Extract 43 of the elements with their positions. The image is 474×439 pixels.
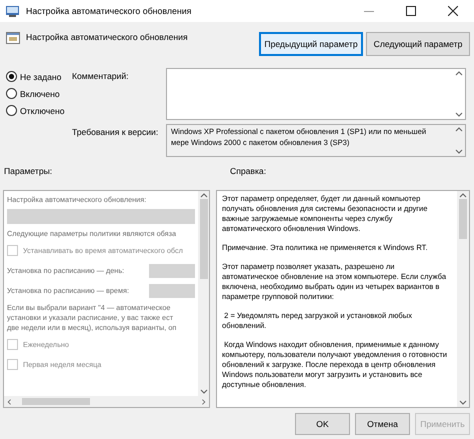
scrollbar[interactable] <box>453 125 465 156</box>
scroll-up-icon[interactable] <box>458 191 468 199</box>
radio-label: Включено <box>20 88 60 98</box>
radio-button[interactable] <box>6 88 17 99</box>
maximize-icon[interactable] <box>406 6 416 16</box>
comment-field[interactable] <box>166 68 466 120</box>
dialog-button[interactable]: Отмена <box>355 413 410 435</box>
scrollbar[interactable] <box>198 191 209 396</box>
scroll-thumb[interactable] <box>459 199 467 239</box>
requirements-label: Требования к версии: <box>72 126 160 139</box>
scroll-down-icon[interactable] <box>458 399 468 407</box>
checkbox[interactable] <box>7 245 18 256</box>
dropdown-field[interactable] <box>7 209 195 224</box>
window-title: Настройка автоматического обновления <box>26 6 192 16</box>
checkbox[interactable] <box>7 359 18 370</box>
scroll-up-icon[interactable] <box>454 69 464 77</box>
settings-window-icon <box>6 5 20 17</box>
scrollbar[interactable] <box>453 69 465 119</box>
scroll-thumb[interactable] <box>22 398 90 405</box>
scroll-up-icon[interactable] <box>198 191 208 199</box>
checkbox[interactable] <box>7 339 18 350</box>
nav-button[interactable]: Предыдущий параметр <box>259 32 363 56</box>
close-icon[interactable] <box>448 6 458 16</box>
help-label: Справка: <box>230 166 266 178</box>
scroll-thumb[interactable] <box>200 199 208 279</box>
parameters-label: Параметры: <box>4 166 54 178</box>
radio-label: Отключено <box>20 106 65 116</box>
radio-label: Не задано <box>20 72 62 82</box>
dialog-button[interactable]: OK <box>295 413 350 435</box>
scroll-down-icon[interactable] <box>198 388 208 396</box>
scrollbar[interactable] <box>457 191 469 407</box>
scroll-down-icon[interactable] <box>454 111 464 119</box>
radio-button[interactable] <box>6 71 17 82</box>
input-field[interactable] <box>149 264 195 278</box>
horizontal-scrollbar[interactable] <box>4 396 209 407</box>
scroll-up-icon[interactable] <box>454 125 464 133</box>
comment-label: Комментарий: <box>72 70 130 83</box>
policy-icon <box>6 32 20 44</box>
radio-button[interactable] <box>6 105 17 116</box>
input-field[interactable] <box>149 284 195 298</box>
scroll-down-icon[interactable] <box>454 148 464 156</box>
nav-button[interactable]: Следующий параметр <box>366 32 470 56</box>
policy-title: Настройка автоматического обновления <box>26 32 188 42</box>
